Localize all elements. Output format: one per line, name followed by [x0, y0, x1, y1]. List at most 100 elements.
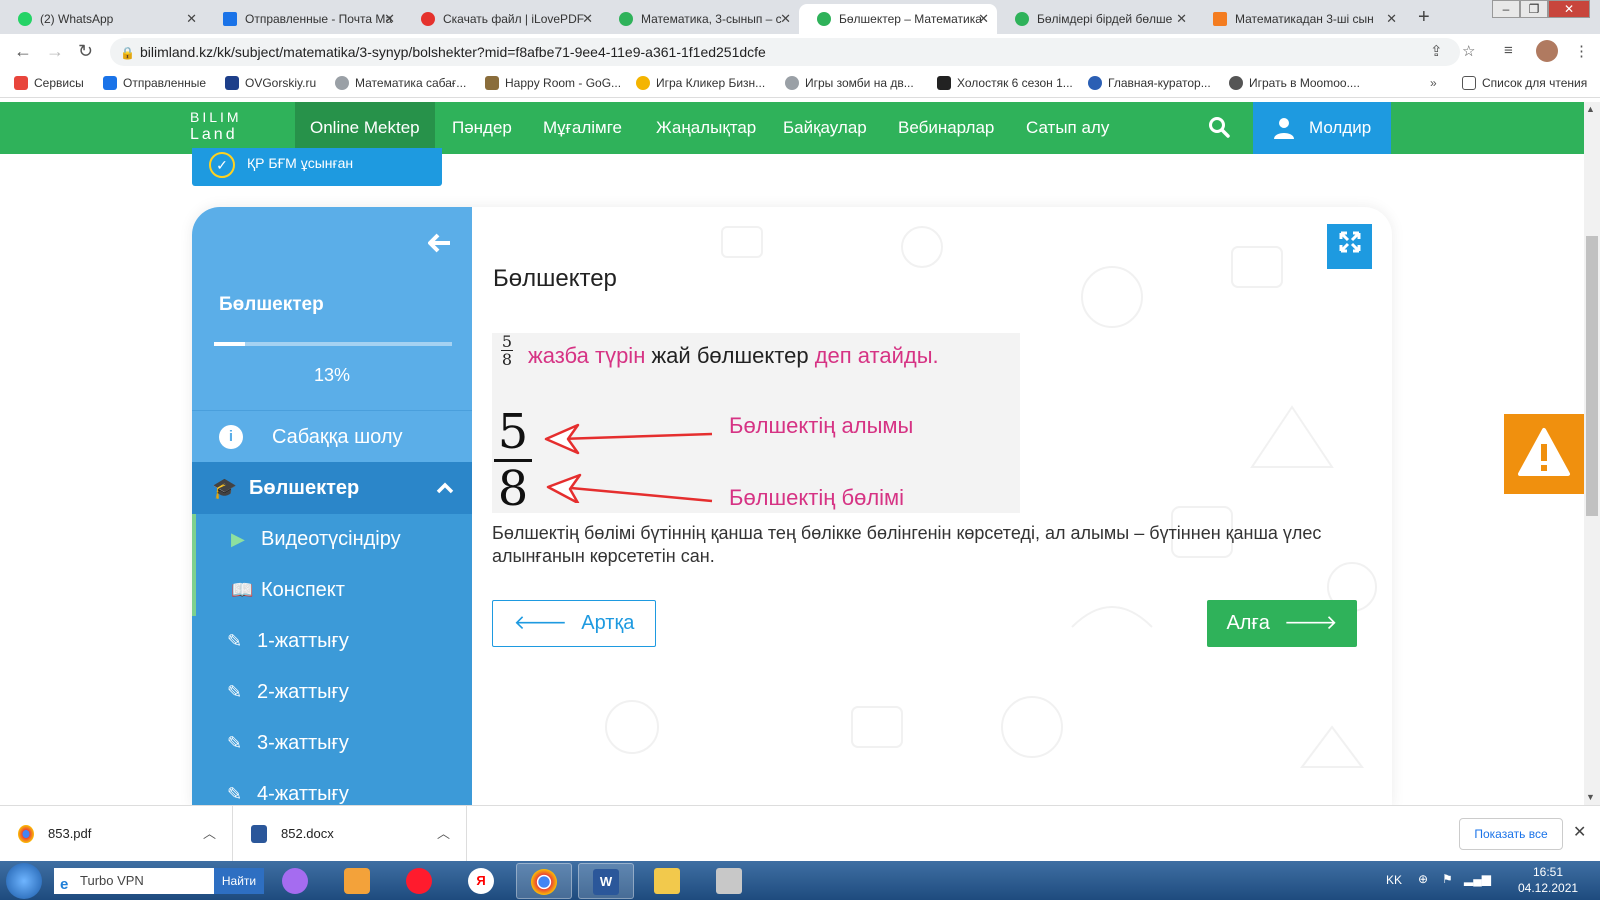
signal-icon[interactable]: ▂▄▆	[1464, 872, 1491, 886]
bookmark-item[interactable]: Сервисы	[14, 76, 84, 90]
star-icon[interactable]: ☆	[1462, 42, 1475, 60]
chevron-up-icon[interactable]	[436, 462, 454, 514]
edit-icon: ✎	[227, 733, 243, 753]
bookmark-item[interactable]: Игры зомби на дв...	[785, 76, 914, 90]
back-arrow-icon[interactable]: ←	[14, 41, 32, 62]
bookmark-item[interactable]: Играть в Moomoo....	[1229, 76, 1360, 90]
download-item[interactable]: 853.pdf ︿	[0, 806, 233, 862]
user-menu-button[interactable]: Молдир	[1253, 102, 1391, 154]
close-tab-icon[interactable]: ✕	[1176, 4, 1187, 34]
sidebar-item-video[interactable]: ▶ Видеотүсіндіру	[192, 514, 472, 565]
share-icon[interactable]: ⇪	[1430, 42, 1443, 60]
bookmark-item[interactable]: Главная-куратор...	[1088, 76, 1211, 90]
scroll-up-icon[interactable]: ▲	[1586, 104, 1595, 114]
search-icon[interactable]	[1208, 116, 1230, 144]
scroll-down-icon[interactable]: ▼	[1586, 792, 1595, 802]
next-button[interactable]: Алға 🡒	[1207, 600, 1357, 647]
back-button[interactable]: 🡐 Артқа	[492, 600, 656, 647]
bookmark-item[interactable]: Отправленные	[103, 76, 206, 90]
play-icon: ▶	[231, 529, 245, 549]
lock-icon[interactable]: 🔒	[120, 46, 135, 60]
book-icon: 📖	[231, 580, 254, 600]
taskbar-app-player[interactable]	[330, 863, 386, 899]
nav-subjects[interactable]: Пәндер	[437, 102, 527, 154]
collapse-sidebar-arrow-icon[interactable]	[428, 233, 452, 259]
flag-icon[interactable]: ⚑	[1442, 872, 1453, 886]
browser-tab[interactable]: Математика, 3-сынып – с ✕	[601, 4, 799, 34]
browser-tab-active[interactable]: Бөлшектер – Математика ✕	[799, 4, 997, 34]
profile-avatar[interactable]	[1536, 40, 1558, 62]
taskbar-find-button[interactable]: Найти	[214, 868, 264, 894]
nav-contests[interactable]: Байқаулар	[768, 102, 882, 154]
bookmark-item[interactable]: Холостяк 6 сезон 1...	[937, 76, 1073, 90]
close-tab-icon[interactable]: ✕	[186, 4, 197, 34]
edit-icon: ✎	[227, 631, 243, 651]
address-bar[interactable]: bilimland.kz/kk/subject/matematika/3-syn…	[110, 38, 1460, 66]
bookmark-item[interactable]: Математика сабағ...	[335, 76, 466, 90]
sidebar-item-exercise-1[interactable]: ✎ 1-жаттығу	[192, 616, 472, 667]
chevron-up-icon[interactable]: ︿	[203, 806, 216, 862]
taskbar-app-alice[interactable]	[268, 863, 324, 899]
nav-buy[interactable]: Сатып алу	[1011, 102, 1124, 154]
taskbar-clock[interactable]: 16:51 04.12.2021	[1518, 864, 1578, 896]
close-tab-icon[interactable]: ✕	[780, 4, 791, 34]
start-button[interactable]	[6, 863, 42, 899]
bookmark-item[interactable]: Happy Room - GoG...	[485, 76, 621, 90]
download-item[interactable]: 852.docx ︿	[233, 806, 467, 862]
more-bookmarks-icon[interactable]: »	[1430, 76, 1437, 90]
opera-icon	[406, 868, 432, 894]
browser-tab[interactable]: Скачать файл | iLovePDF ✕	[403, 4, 601, 34]
forward-arrow-icon[interactable]: →	[46, 41, 64, 62]
sidebar-item-notes[interactable]: 📖 Конспект	[192, 565, 472, 616]
nav-news[interactable]: Жаңалықтар	[641, 102, 771, 154]
close-tab-icon[interactable]: ✕	[582, 4, 593, 34]
browser-tab[interactable]: Бөлімдері бірдей бөлше ✕	[997, 4, 1195, 34]
browser-tab[interactable]: Отправленные - Почта Ма ✕	[205, 4, 403, 34]
scrollbar-thumb[interactable]	[1586, 236, 1598, 516]
restore-button[interactable]: ❐	[1520, 0, 1548, 18]
warning-icon	[1518, 428, 1570, 476]
taskbar-app-yandex[interactable]: Я	[454, 863, 510, 899]
nav-teachers[interactable]: Мұғалімге	[528, 102, 637, 154]
report-error-button[interactable]	[1504, 414, 1584, 494]
google-icon	[785, 76, 799, 90]
close-window-button[interactable]: ✕	[1548, 0, 1590, 18]
close-tab-icon[interactable]: ✕	[1386, 4, 1397, 34]
sidebar-section-fractions[interactable]: 🎓 Бөлшектер	[192, 462, 472, 514]
close-tab-icon[interactable]: ✕	[978, 4, 989, 34]
k-icon	[937, 76, 951, 90]
reading-mode-icon[interactable]: ≡	[1504, 42, 1513, 59]
nav-online-mektep[interactable]: Online Mektep	[295, 102, 435, 154]
show-all-downloads-button[interactable]: Показать все	[1459, 818, 1563, 850]
close-icon[interactable]: ✕	[1573, 822, 1586, 842]
sidebar-item-exercise-2[interactable]: ✎ 2-жаттығу	[192, 667, 472, 718]
network-status-icon[interactable]: ⊕	[1418, 872, 1428, 886]
taskbar-app-tools[interactable]	[702, 863, 758, 899]
menu-icon[interactable]: ⋮	[1574, 42, 1589, 60]
reading-list[interactable]: Список для чтения	[1462, 76, 1587, 90]
taskbar-app-opera[interactable]	[392, 863, 448, 899]
sidebar-item-exercise-3[interactable]: ✎ 3-жаттығу	[192, 718, 472, 769]
minimize-button[interactable]: –	[1492, 0, 1520, 18]
fullscreen-button[interactable]	[1327, 224, 1372, 269]
sidebar-item-overview[interactable]: i Сабаққа шолу	[192, 410, 472, 462]
nav-webinars[interactable]: Вебинарлар	[883, 102, 1009, 154]
sidebar-item-exercise-4[interactable]: ✎ 4-жаттығу	[192, 769, 472, 807]
taskbar-app-word[interactable]: W	[578, 863, 634, 899]
chevron-up-icon[interactable]: ︿	[437, 806, 450, 862]
site-icon	[225, 76, 239, 90]
browser-tab[interactable]: Математикадан 3-ші сын ✕	[1195, 4, 1405, 34]
taskbar-app-chrome[interactable]	[516, 863, 572, 899]
new-tab-button[interactable]: +	[1418, 6, 1430, 29]
language-indicator[interactable]: KK	[1386, 873, 1402, 887]
bookmark-item[interactable]: Игра Кликер Бизн...	[636, 76, 765, 90]
taskbar-app-explorer[interactable]	[640, 863, 696, 899]
bilimland-logo[interactable]: BILIM Land	[190, 108, 260, 144]
close-tab-icon[interactable]: ✕	[384, 4, 395, 34]
sidebar-title: Бөлшектер	[219, 294, 324, 315]
bookmarks-bar: Сервисы Отправленные OVGorskiy.ru Матема…	[0, 70, 1600, 98]
bookmark-item[interactable]: OVGorskiy.ru	[225, 76, 316, 90]
progress-percent: 13%	[313, 365, 351, 385]
reload-icon[interactable]: ↻	[78, 41, 93, 62]
browser-tab[interactable]: (2) WhatsApp ✕	[0, 4, 205, 34]
